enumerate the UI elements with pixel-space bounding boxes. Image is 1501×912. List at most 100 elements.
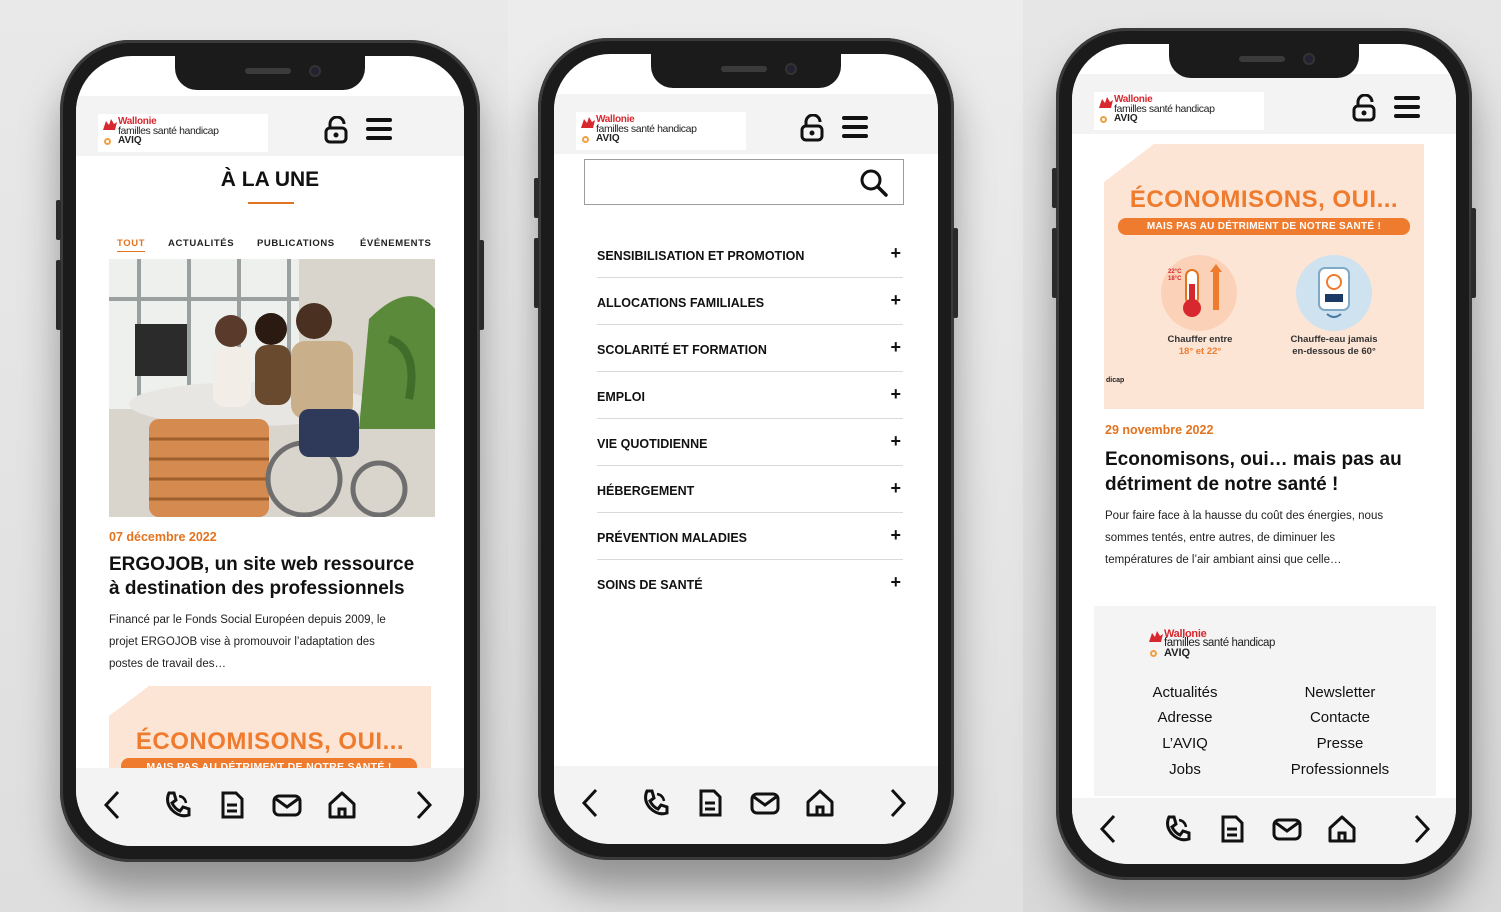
article-headline-line2[interactable]: à destination des professionnels (109, 577, 405, 601)
menu-item-sensibilisation[interactable]: SENSIBILISATION ET PROMOTION + (597, 231, 903, 278)
unlock-icon[interactable] (324, 116, 350, 144)
phone-mockup-menu: Wallonie familles santé handicap AVIQ SE… (534, 38, 958, 860)
plus-icon[interactable]: + (890, 384, 901, 405)
app-header: Wallonie familles santé handicap AVIQ (76, 96, 464, 156)
aviq-logo[interactable]: Wallonie familles santé handicap AVIQ (576, 112, 746, 150)
heating-caption-line2: 18° et 22° (1178, 346, 1222, 357)
home-icon[interactable] (327, 790, 357, 820)
rooster-logo-icon (103, 119, 117, 130)
bottom-nav (554, 766, 938, 844)
hamburger-menu-icon[interactable] (842, 116, 868, 138)
menu-item-allocations[interactable]: ALLOCATIONS FAMILIALES + (597, 278, 903, 325)
screen-news: Wallonie familles santé handicap AVIQ À … (76, 56, 464, 846)
menu-item-prevention[interactable]: PRÉVENTION MALADIES + (597, 513, 903, 560)
footer-link-aviq[interactable]: L’AVIQ (1120, 735, 1250, 752)
menu-item-label: VIE QUOTIDIENNE (597, 437, 708, 451)
aviq-logo[interactable]: Wallonie familles santé handicap AVIQ (1094, 92, 1264, 130)
menu-item-soins[interactable]: SOINS DE SANTÉ + (597, 560, 903, 607)
app-header: Wallonie familles santé handicap AVIQ (1072, 74, 1456, 134)
chevron-right-icon[interactable] (408, 790, 438, 820)
promo-heading: ÉCONOMISONS, OUI... (135, 728, 405, 755)
heating-caption-line1: Chauffer entre (1167, 334, 1233, 345)
promo-corner-text: dicap (1106, 377, 1125, 384)
menu-item-label: SENSIBILISATION ET PROMOTION (597, 249, 805, 263)
menu-item-label: PRÉVENTION MALADIES (597, 531, 748, 545)
logo-line-aviq: AVIQ (118, 135, 142, 146)
hamburger-menu-icon[interactable] (1394, 96, 1420, 118)
menu-item-vie-quotidienne[interactable]: VIE QUOTIDIENNE + (597, 419, 903, 466)
menu-item-emploi[interactable]: EMPLOI + (597, 372, 903, 419)
article-excerpt-line1: Pour faire face à la hausse du coût des … (1105, 510, 1384, 522)
page-title: À LA UNE (220, 168, 320, 191)
phone-mockup-news: Wallonie familles santé handicap AVIQ À … (56, 40, 484, 862)
promo-infographic[interactable]: ÉCONOMISONS, OUI... MAIS PAS AU DÉTRIMEN… (1104, 144, 1424, 409)
tab-evenements[interactable]: ÉVÉNEMENTS (360, 238, 431, 249)
menu-item-label: HÉBERGEMENT (597, 484, 695, 498)
footer-link-newsletter[interactable]: Newsletter (1275, 684, 1405, 701)
plus-icon[interactable]: + (890, 431, 901, 452)
chevron-left-icon[interactable] (1094, 814, 1124, 844)
article-headline-line2[interactable]: détriment de notre santé ! (1105, 473, 1338, 497)
search-icon[interactable] (859, 168, 889, 198)
chevron-left-icon[interactable] (576, 788, 606, 818)
plus-icon[interactable]: + (890, 337, 901, 358)
screen-menu: Wallonie familles santé handicap AVIQ SE… (554, 54, 938, 844)
document-icon[interactable] (1217, 814, 1247, 844)
phone-icon[interactable] (162, 790, 192, 820)
article-date: 29 novembre 2022 (1105, 423, 1214, 437)
site-footer: Wallonie familles santé handicap AVIQ Ac… (1094, 606, 1436, 796)
promo-subheading: MAIS PAS AU DÉTRIMENT DE NOTRE SANTÉ ! (1118, 218, 1410, 235)
plus-icon[interactable]: + (890, 572, 901, 593)
unlock-icon[interactable] (800, 114, 826, 142)
footer-link-actualites[interactable]: Actualités (1120, 684, 1250, 701)
rooster-logo-icon (1099, 97, 1113, 108)
mail-icon[interactable] (1272, 814, 1302, 844)
article-headline-line1[interactable]: Economisons, oui… mais pas au (1105, 448, 1402, 472)
chevron-right-icon[interactable] (1406, 814, 1436, 844)
footer-link-adresse[interactable]: Adresse (1120, 709, 1250, 726)
footer-link-jobs[interactable]: Jobs (1120, 761, 1250, 778)
menu-item-hebergement[interactable]: HÉBERGEMENT + (597, 466, 903, 513)
footer-link-professionnels[interactable]: Professionnels (1275, 761, 1405, 778)
promo-heading: ÉCONOMISONS, OUI... (1129, 186, 1399, 213)
phone-notch (651, 54, 841, 88)
article-photo[interactable] (109, 259, 435, 517)
search-input[interactable] (584, 159, 904, 205)
document-icon[interactable] (695, 788, 725, 818)
footer-logo[interactable]: Wallonie familles santé handicap AVIQ (1144, 626, 1314, 664)
menu-item-label: ALLOCATIONS FAMILIALES (597, 296, 765, 310)
home-icon[interactable] (1327, 814, 1357, 844)
category-menu: SENSIBILISATION ET PROMOTION + ALLOCATION… (597, 231, 903, 611)
footer-link-presse[interactable]: Presse (1275, 735, 1405, 752)
plus-icon[interactable]: + (890, 478, 901, 499)
plus-icon[interactable]: + (890, 525, 901, 546)
tab-actualites[interactable]: ACTUALITÉS (168, 238, 234, 249)
thermometer-icon (1161, 255, 1237, 331)
article-excerpt-line3: températures de l’air ambiant ainsi que … (1105, 554, 1342, 566)
rooster-logo-icon (1149, 631, 1163, 642)
tab-publications[interactable]: PUBLICATIONS (257, 238, 335, 249)
article-date: 07 décembre 2022 (109, 530, 217, 544)
unlock-icon[interactable] (1352, 94, 1378, 122)
plus-icon[interactable]: + (890, 243, 901, 264)
plus-icon[interactable]: + (890, 290, 901, 311)
document-icon[interactable] (217, 790, 247, 820)
title-underline (248, 202, 294, 204)
chevron-right-icon[interactable] (882, 788, 912, 818)
menu-item-scolarite[interactable]: SCOLARITÉ ET FORMATION + (597, 325, 903, 372)
app-header: Wallonie familles santé handicap AVIQ (554, 94, 938, 154)
tab-tout[interactable]: TOUT (117, 238, 146, 252)
footer-link-contacte[interactable]: Contacte (1275, 709, 1405, 726)
mail-icon[interactable] (272, 790, 302, 820)
home-icon[interactable] (805, 788, 835, 818)
aviq-logo[interactable]: Wallonie familles santé handicap AVIQ (98, 114, 268, 152)
thermometer-temps: 22°C 18°C (1168, 269, 1182, 282)
logo-line-aviq: AVIQ (1114, 113, 1138, 124)
phone-icon[interactable] (1162, 814, 1192, 844)
logo-line-aviq: AVIQ (596, 133, 620, 144)
article-headline-line1[interactable]: ERGOJOB, un site web ressource (109, 553, 414, 577)
mail-icon[interactable] (750, 788, 780, 818)
hamburger-menu-icon[interactable] (366, 118, 392, 140)
chevron-left-icon[interactable] (98, 790, 128, 820)
phone-icon[interactable] (640, 788, 670, 818)
